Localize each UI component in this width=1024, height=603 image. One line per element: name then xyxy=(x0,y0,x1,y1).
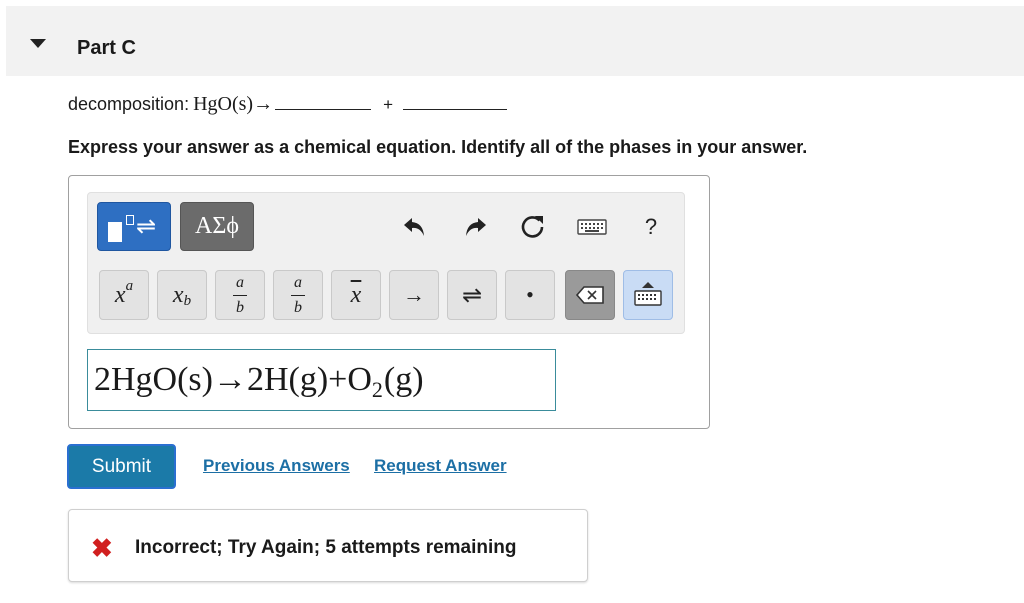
template-box-icon xyxy=(126,215,134,225)
fraction-key[interactable]: a b xyxy=(215,270,265,320)
redo-button[interactable] xyxy=(458,210,492,244)
virtual-keyboard-key[interactable] xyxy=(623,270,673,320)
previous-answers-link[interactable]: Previous Answers xyxy=(203,456,350,476)
question-plus: + xyxy=(383,95,394,114)
submit-button[interactable]: Submit xyxy=(67,444,176,489)
request-answer-link[interactable]: Request Answer xyxy=(374,456,507,476)
subscript-key[interactable]: xb xyxy=(157,270,207,320)
help-button[interactable]: ? xyxy=(634,210,668,244)
virtual-keyboard-icon xyxy=(634,282,662,306)
dot-key[interactable]: • xyxy=(505,270,555,320)
keyboard-icon xyxy=(577,219,607,235)
small-fraction-icon: a b xyxy=(291,274,305,316)
reaction-arrow-key[interactable]: → xyxy=(389,270,439,320)
part-header[interactable]: Part C xyxy=(6,6,1024,76)
question-prompt: decomposition: HgO(s)→ + xyxy=(68,92,508,116)
delete-key[interactable] xyxy=(565,270,615,320)
equation-subscript: 2 xyxy=(371,377,383,402)
question-reactant: HgO(s)→ xyxy=(193,93,274,115)
greek-symbols-button[interactable]: ΑΣϕ xyxy=(180,202,254,251)
product-blank-1 xyxy=(275,92,372,110)
product-blank-2 xyxy=(403,92,508,110)
caret-down-icon[interactable] xyxy=(30,39,46,48)
undo-icon xyxy=(404,218,424,236)
part-title: Part C xyxy=(77,37,136,59)
incorrect-x-icon: ✖ xyxy=(91,533,113,563)
question-label: decomposition: xyxy=(68,94,190,114)
undo-button[interactable] xyxy=(398,210,432,244)
feedback-box: ✖ Incorrect; Try Again; 5 attempts remai… xyxy=(68,509,588,582)
overline-key[interactable]: x xyxy=(331,270,381,320)
templates-icon xyxy=(108,222,122,242)
keyboard-shortcuts-button[interactable] xyxy=(575,210,609,244)
reset-icon xyxy=(521,216,544,238)
equilibrium-arrows-icon: ⇌ xyxy=(136,213,157,240)
instruction-text: Express your answer as a chemical equati… xyxy=(68,137,808,157)
equilibrium-arrow-key[interactable]: ⇌ xyxy=(447,270,497,320)
templates-button[interactable]: ⇌ xyxy=(97,202,171,251)
superscript-key[interactable]: xa xyxy=(99,270,149,320)
reset-button[interactable] xyxy=(516,210,550,244)
equation-input[interactable]: 2HgO(s)→2H(g)+O 2 (g) xyxy=(87,349,556,411)
equation-text: 2HgO(s)→2H(g)+O xyxy=(94,361,372,398)
feedback-message: Incorrect; Try Again; 5 attempts remaini… xyxy=(135,537,517,558)
delete-icon xyxy=(575,286,604,304)
equation-text-end: (g) xyxy=(383,361,424,398)
fraction-icon: a b xyxy=(233,274,247,316)
redo-icon xyxy=(466,218,486,236)
small-fraction-key[interactable]: a b xyxy=(273,270,323,320)
